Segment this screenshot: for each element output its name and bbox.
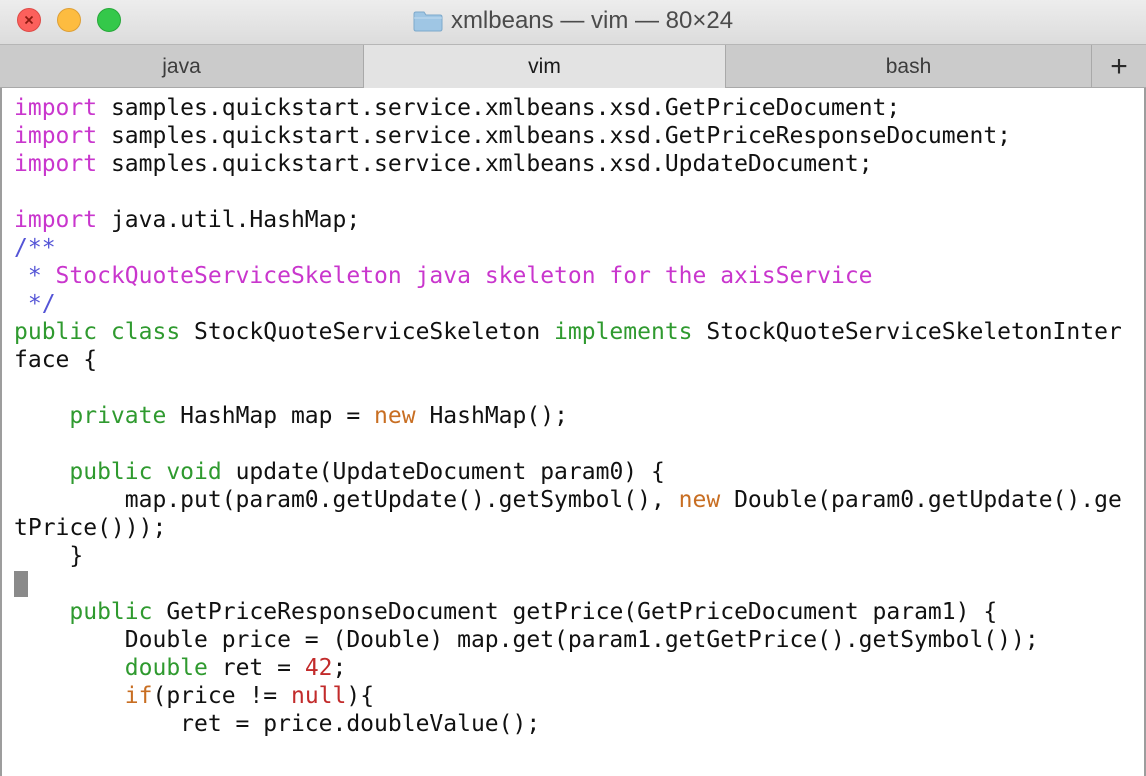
code-token: ;: [332, 655, 347, 681]
code-token: update(UpdateDocument param0) {: [221, 459, 665, 485]
code-line: /**: [14, 234, 1122, 262]
code-token: null: [290, 683, 347, 709]
code-buffer[interactable]: import samples.quickstart.service.xmlbea…: [14, 94, 1122, 738]
code-line: import samples.quickstart.service.xmlbea…: [14, 94, 1122, 122]
code-token: new: [678, 487, 721, 513]
code-token: import: [14, 207, 98, 233]
code-line: public GetPriceResponseDocument getPrice…: [14, 598, 1122, 626]
tab-java[interactable]: java: [0, 45, 364, 88]
tab-vim[interactable]: vim: [364, 45, 726, 88]
window-title-area: xmlbeans — vim — 80×24: [0, 0, 1146, 44]
code-token: private: [69, 403, 167, 429]
code-line: ret = price.doubleValue();: [14, 710, 1122, 738]
code-token: import: [14, 95, 98, 121]
code-token: ret =: [207, 655, 305, 681]
code-line: public class StockQuoteServiceSkeleton i…: [14, 318, 1122, 346]
folder-icon: [413, 11, 443, 32]
code-line: import samples.quickstart.service.xmlbea…: [14, 122, 1122, 150]
code-token: public class: [14, 319, 181, 345]
code-line: public void update(UpdateDocument param0…: [14, 458, 1122, 486]
code-token: HashMap map =: [166, 403, 375, 429]
plus-icon: +: [1110, 49, 1128, 83]
code-line: import java.util.HashMap;: [14, 206, 1122, 234]
vim-editor[interactable]: import samples.quickstart.service.xmlbea…: [0, 88, 1146, 776]
code-token: double: [124, 655, 208, 681]
code-line: [14, 570, 1122, 598]
code-token: 42: [304, 655, 333, 681]
code-token: samples.quickstart.service.xmlbeans.xsd.…: [97, 123, 1012, 149]
code-line: import samples.quickstart.service.xmlbea…: [14, 150, 1122, 178]
code-line: private HashMap map = new HashMap();: [14, 402, 1122, 430]
code-token: public void: [69, 459, 222, 485]
code-token: *: [14, 263, 42, 289]
code-token: StockQuoteServiceSkeleton: [180, 319, 555, 345]
code-token: }: [14, 543, 84, 569]
code-token: */: [14, 291, 56, 317]
code-token: ret = price.doubleValue();: [14, 711, 541, 737]
new-tab-button[interactable]: +: [1092, 45, 1146, 88]
code-token: if: [124, 683, 153, 709]
code-token: StockQuoteServiceSkeleton java skeleton …: [41, 263, 873, 289]
code-token: public: [69, 599, 153, 625]
window-title: xmlbeans — vim — 80×24: [450, 7, 734, 34]
code-token: Double(param0.getUpdate().ge: [720, 487, 1122, 513]
code-token: /**: [14, 235, 56, 261]
tab-bash[interactable]: bash: [726, 45, 1092, 88]
code-token: HashMap();: [415, 403, 568, 429]
code-line: double ret = 42;: [14, 654, 1122, 682]
code-line: tPrice()));: [14, 514, 1122, 542]
code-token: (price !=: [152, 683, 291, 709]
code-line: Double price = (Double) map.get(param1.g…: [14, 626, 1122, 654]
code-token: face {: [14, 347, 98, 373]
code-token: GetPriceResponseDocument getPrice(GetPri…: [152, 599, 998, 625]
title-bar[interactable]: xmlbeans — vim — 80×24: [0, 0, 1146, 44]
code-line: */: [14, 290, 1122, 318]
code-token: tPrice()));: [14, 515, 167, 541]
code-token: ){: [346, 683, 375, 709]
text-cursor: [14, 571, 28, 597]
tab-bar: java vim bash +: [0, 44, 1146, 88]
code-token: map.put(param0.getUpdate().getSymbol(),: [14, 487, 679, 513]
code-token: import: [14, 123, 98, 149]
code-token: StockQuoteServiceSkeletonInter: [692, 319, 1122, 345]
terminal-window: xmlbeans — vim — 80×24 java vim bash + i…: [0, 0, 1146, 776]
code-line: }: [14, 542, 1122, 570]
code-token: samples.quickstart.service.xmlbeans.xsd.…: [97, 95, 901, 121]
code-line: if(price != null){: [14, 682, 1122, 710]
code-line: map.put(param0.getUpdate().getSymbol(), …: [14, 486, 1122, 514]
code-line: face {: [14, 346, 1122, 374]
code-token: new: [374, 403, 416, 429]
code-token: implements: [554, 319, 693, 345]
code-line: * StockQuoteServiceSkeleton java skeleto…: [14, 262, 1122, 290]
code-token: Double price = (Double) map.get(param1.g…: [14, 627, 1039, 653]
code-token: samples.quickstart.service.xmlbeans.xsd.…: [97, 151, 873, 177]
code-token: java.util.HashMap;: [97, 207, 361, 233]
code-token: import: [14, 151, 98, 177]
